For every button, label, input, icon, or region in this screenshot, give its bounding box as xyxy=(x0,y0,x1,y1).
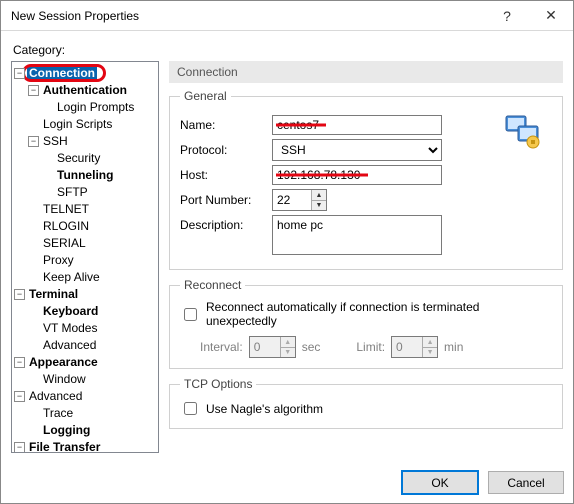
protocol-label: Protocol: xyxy=(180,143,272,157)
window-title: New Session Properties xyxy=(11,9,485,23)
tree-telnet[interactable]: TELNET xyxy=(41,201,91,217)
nagle-label: Use Nagle's algorithm xyxy=(206,402,323,416)
expand-icon[interactable]: − xyxy=(14,289,25,300)
tree-serial[interactable]: SERIAL xyxy=(41,235,88,251)
interval-input xyxy=(250,337,280,357)
title-bar: New Session Properties ? ✕ xyxy=(1,1,573,31)
tree-appearance[interactable]: Appearance xyxy=(27,354,100,370)
interval-stepper: ▲ ▼ xyxy=(249,336,296,358)
tree-rlogin[interactable]: RLOGIN xyxy=(41,218,91,234)
tcp-legend: TCP Options xyxy=(180,377,256,391)
tcp-group: TCP Options Use Nagle's algorithm xyxy=(169,377,563,429)
ok-button[interactable]: OK xyxy=(402,471,478,494)
tree-security[interactable]: Security xyxy=(55,150,102,166)
tree-window[interactable]: Window xyxy=(41,371,88,387)
nagle-input[interactable] xyxy=(184,402,197,415)
spin-up-icon[interactable]: ▲ xyxy=(312,190,326,200)
spin-up-icon: ▲ xyxy=(423,337,437,347)
reconnect-auto-input[interactable] xyxy=(184,308,197,321)
interval-label: Interval: xyxy=(200,340,243,354)
sec-label: sec xyxy=(302,340,321,354)
reconnect-group: Reconnect Reconnect automatically if con… xyxy=(169,278,563,369)
expand-icon[interactable]: − xyxy=(14,391,25,402)
spin-down-icon[interactable]: ▼ xyxy=(312,200,326,210)
category-label: Category: xyxy=(13,43,563,57)
port-stepper[interactable]: ▲ ▼ xyxy=(272,189,327,211)
protocol-select[interactable]: SSH xyxy=(272,139,442,161)
tree-keep-alive[interactable]: Keep Alive xyxy=(41,269,102,285)
name-input[interactable] xyxy=(272,115,442,135)
tree-terminal[interactable]: Terminal xyxy=(27,286,80,302)
expand-icon[interactable]: − xyxy=(14,357,25,368)
close-button[interactable]: ✕ xyxy=(529,1,573,31)
port-label: Port Number: xyxy=(180,193,272,207)
tree-logging[interactable]: Logging xyxy=(41,422,92,438)
port-input[interactable] xyxy=(273,190,311,210)
tree-file-transfer[interactable]: File Transfer xyxy=(27,439,102,453)
tree-login-prompts[interactable]: Login Prompts xyxy=(55,99,136,115)
spin-up-icon: ▲ xyxy=(281,337,295,347)
tree-trace[interactable]: Trace xyxy=(41,405,75,421)
tree-tunneling[interactable]: Tunneling xyxy=(55,167,115,183)
nagle-checkbox[interactable]: Use Nagle's algorithm xyxy=(180,399,552,418)
tree-keyboard[interactable]: Keyboard xyxy=(41,303,100,319)
tree-sftp[interactable]: SFTP xyxy=(55,184,90,200)
reconnect-legend: Reconnect xyxy=(180,278,245,292)
reconnect-auto-label: Reconnect automatically if connection is… xyxy=(206,300,552,328)
tree-proxy[interactable]: Proxy xyxy=(41,252,76,268)
general-group: General Name: xyxy=(169,89,563,270)
name-label: Name: xyxy=(180,118,272,132)
tree-ssh[interactable]: SSH xyxy=(41,133,70,149)
general-legend: General xyxy=(180,89,231,103)
tree-login-scripts[interactable]: Login Scripts xyxy=(41,116,114,132)
tree-advanced-root[interactable]: Advanced xyxy=(27,388,84,404)
category-tree[interactable]: − Connection − Authentication Login Prom xyxy=(11,61,159,453)
cancel-button[interactable]: Cancel xyxy=(488,471,564,494)
spin-down-icon: ▼ xyxy=(281,347,295,357)
tree-advanced[interactable]: Advanced xyxy=(41,337,98,353)
expand-icon[interactable]: − xyxy=(14,68,25,79)
spin-down-icon: ▼ xyxy=(423,347,437,357)
reconnect-auto-checkbox[interactable]: Reconnect automatically if connection is… xyxy=(180,300,552,328)
dialog-buttons: OK Cancel xyxy=(402,471,564,494)
limit-stepper: ▲ ▼ xyxy=(391,336,438,358)
session-icon xyxy=(503,111,543,259)
tree-connection[interactable]: Connection xyxy=(27,65,97,81)
expand-icon[interactable]: − xyxy=(28,85,39,96)
description-input[interactable]: home pc xyxy=(272,215,442,255)
description-label: Description: xyxy=(180,215,272,232)
host-input[interactable] xyxy=(272,165,442,185)
host-label: Host: xyxy=(180,168,272,182)
help-button[interactable]: ? xyxy=(485,1,529,31)
expand-icon[interactable]: − xyxy=(14,442,25,453)
limit-input xyxy=(392,337,422,357)
page-heading: Connection xyxy=(169,61,563,83)
content-panel: Connection General Name: xyxy=(169,61,563,453)
limit-label: Limit: xyxy=(356,340,385,354)
tree-vt-modes[interactable]: VT Modes xyxy=(41,320,99,336)
tree-authentication[interactable]: Authentication xyxy=(41,82,129,98)
expand-icon[interactable]: − xyxy=(28,136,39,147)
min-label: min xyxy=(444,340,463,354)
